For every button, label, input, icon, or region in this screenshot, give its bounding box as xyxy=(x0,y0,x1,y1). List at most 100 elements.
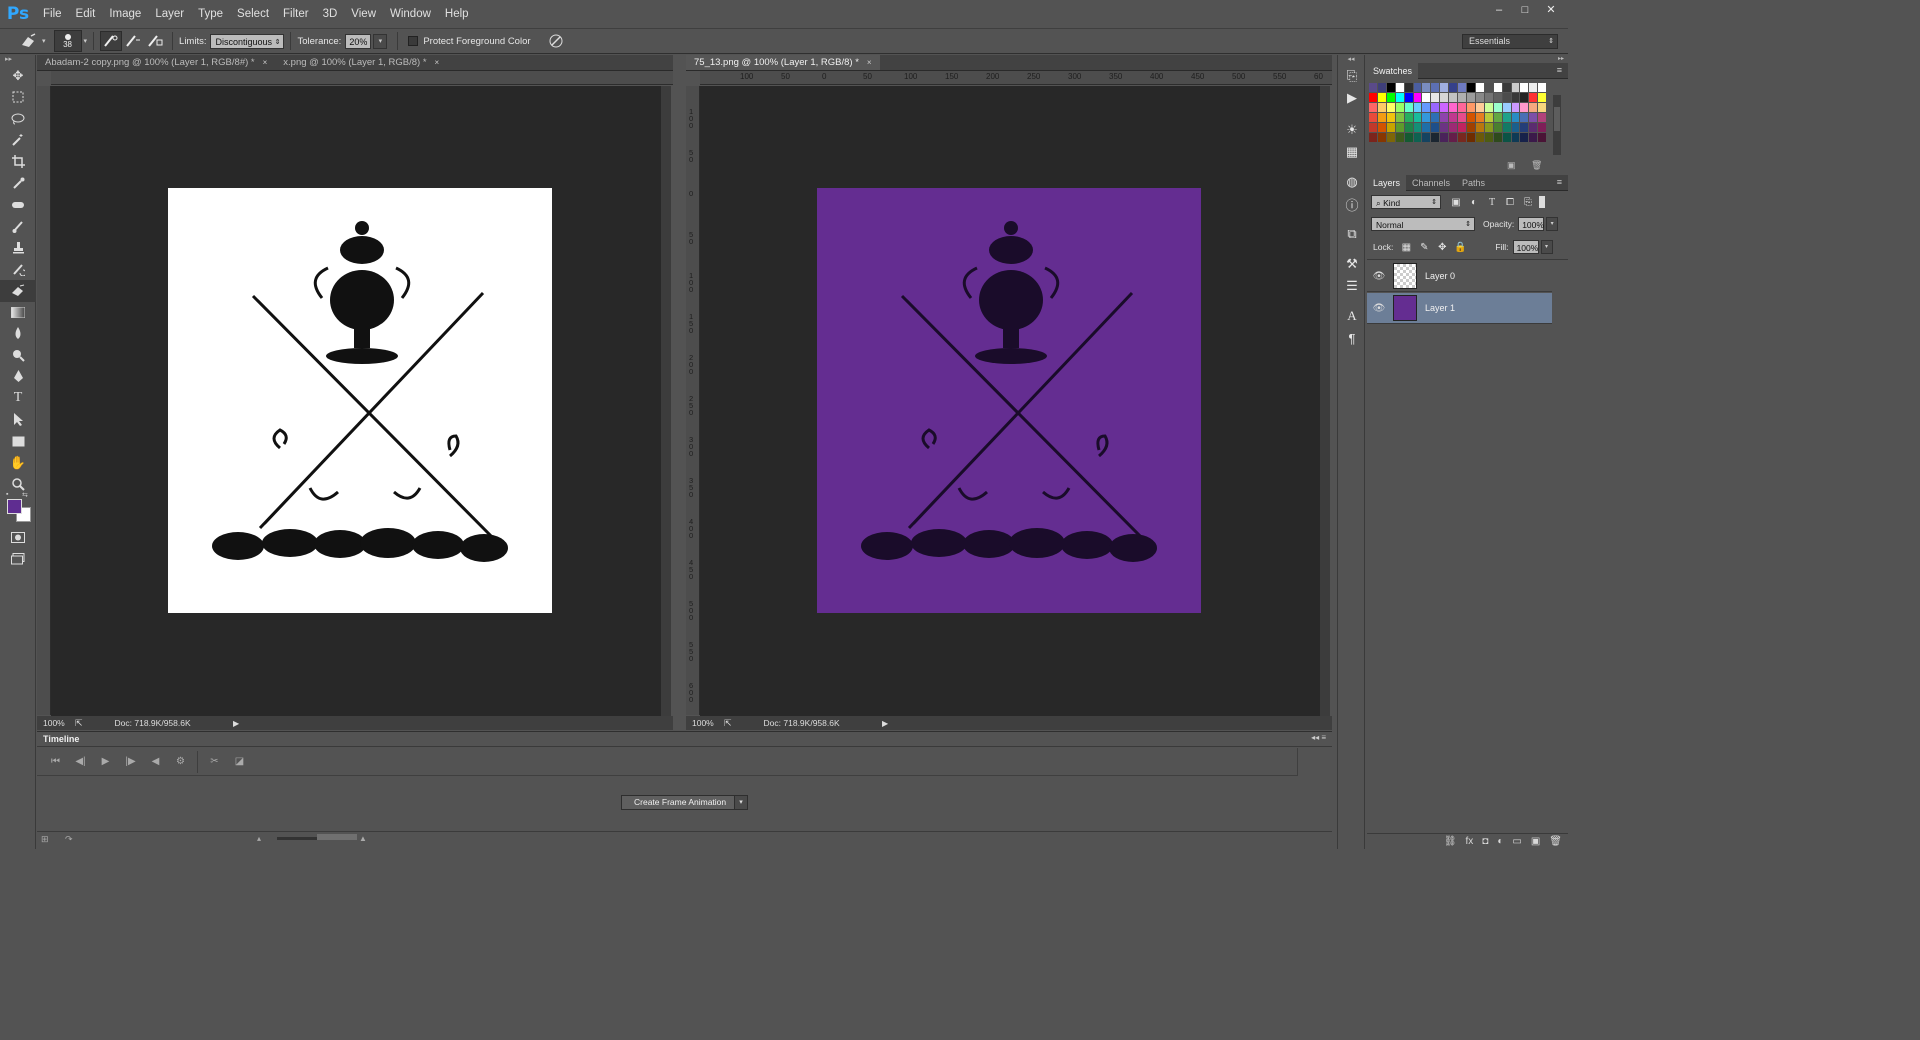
clone-stamp-tool-icon[interactable] xyxy=(0,237,36,259)
filter-smart-object-icon[interactable]: ⎘ xyxy=(1519,195,1537,209)
swatch[interactable] xyxy=(1440,93,1449,102)
swatch[interactable] xyxy=(1422,103,1431,112)
lock-position-icon[interactable]: ✥ xyxy=(1433,240,1451,254)
tab-swatches[interactable]: Swatches xyxy=(1367,62,1419,79)
preset-dropdown-arrow-icon[interactable]: ▾ xyxy=(42,37,46,45)
swatch[interactable] xyxy=(1404,103,1413,112)
opacity-slider-button[interactable]: ▾ xyxy=(1546,217,1559,231)
new-group-icon[interactable]: ▭ xyxy=(1512,836,1521,847)
tool-presets-panel-icon[interactable]: ⚒ xyxy=(1338,253,1366,275)
foreground-color-swatch[interactable] xyxy=(7,499,22,514)
spot-healing-tool-icon[interactable] xyxy=(0,194,36,216)
swatch[interactable] xyxy=(1484,103,1493,112)
type-tool-icon[interactable]: T xyxy=(0,388,36,410)
swatch[interactable] xyxy=(1386,93,1395,102)
timeline-zoom-knob[interactable] xyxy=(317,834,357,840)
swatch[interactable] xyxy=(1386,133,1395,142)
swatch[interactable] xyxy=(1440,83,1449,92)
status-menu-arrow-icon[interactable]: ▶ xyxy=(233,719,239,728)
transition-icon[interactable]: ◪ xyxy=(227,756,252,767)
dodge-tool-icon[interactable] xyxy=(0,345,36,367)
magic-wand-tool-icon[interactable] xyxy=(0,130,36,152)
swatch[interactable] xyxy=(1538,133,1547,142)
create-animation-dropdown-icon[interactable]: ▾ xyxy=(734,795,748,810)
swatch[interactable] xyxy=(1466,93,1475,102)
swatch[interactable] xyxy=(1377,83,1386,92)
play-icon[interactable]: ▶ xyxy=(93,756,118,767)
info-panel-icon[interactable]: ⓘ xyxy=(1338,193,1366,215)
tab-paths[interactable]: Paths xyxy=(1456,175,1491,191)
menu-type[interactable]: Type xyxy=(191,0,230,28)
swatch[interactable] xyxy=(1458,103,1466,112)
canvas-workspace-right[interactable] xyxy=(700,86,1320,716)
tab-timeline[interactable]: Timeline xyxy=(37,732,86,746)
swatch[interactable] xyxy=(1369,93,1377,102)
filter-pixel-icon[interactable]: ▣ xyxy=(1447,195,1465,209)
screen-mode-icon[interactable] xyxy=(0,549,36,571)
layer-row[interactable]: 👁 Layer 0 xyxy=(1367,261,1552,292)
swatch[interactable] xyxy=(1449,83,1458,92)
convert-frames-icon[interactable]: ⊞ xyxy=(41,834,49,845)
history-brush-tool-icon[interactable] xyxy=(0,259,36,281)
swatch[interactable] xyxy=(1404,83,1413,92)
swatch[interactable] xyxy=(1431,83,1440,92)
sampling-once-icon[interactable] xyxy=(122,31,144,51)
styles-panel-icon[interactable]: ◍ xyxy=(1338,171,1366,193)
swatch[interactable] xyxy=(1377,113,1386,122)
swatch[interactable] xyxy=(1475,113,1484,122)
swatch[interactable] xyxy=(1440,133,1449,142)
swatch[interactable] xyxy=(1520,103,1529,112)
marquee-tool-icon[interactable] xyxy=(0,87,36,109)
filter-adjustment-icon[interactable]: ◐ xyxy=(1465,195,1483,209)
brush-panel-icon[interactable]: ▦ xyxy=(1338,141,1366,163)
vertical-scrollbar-right[interactable] xyxy=(1320,86,1330,716)
swatch[interactable] xyxy=(1520,93,1529,102)
zoom-level[interactable]: 100% xyxy=(37,718,71,728)
crop-tool-icon[interactable] xyxy=(0,151,36,173)
swatch[interactable] xyxy=(1440,123,1449,132)
swatch[interactable] xyxy=(1395,103,1404,112)
swatch[interactable] xyxy=(1413,133,1422,142)
character-panel-icon[interactable]: A xyxy=(1338,305,1366,327)
swatch[interactable] xyxy=(1377,133,1386,142)
menu-help[interactable]: Help xyxy=(438,0,476,28)
render-video-icon[interactable]: ↷ xyxy=(65,834,73,845)
menu-image[interactable]: Image xyxy=(102,0,148,28)
filter-type-icon[interactable]: T xyxy=(1483,195,1501,209)
lasso-tool-icon[interactable] xyxy=(0,108,36,130)
swatch[interactable] xyxy=(1475,123,1484,132)
close-tab-icon[interactable]: × xyxy=(867,55,872,71)
swatch[interactable] xyxy=(1422,83,1431,92)
filter-toggle-icon[interactable] xyxy=(1539,196,1545,208)
swatch[interactable] xyxy=(1386,113,1395,122)
swatch[interactable] xyxy=(1422,123,1431,132)
swatch[interactable] xyxy=(1538,93,1547,102)
split-scissors-icon[interactable]: ✂ xyxy=(202,756,227,767)
tolerance-input[interactable]: 20% xyxy=(345,33,372,49)
brush-dropdown-arrow-icon[interactable]: ▾ xyxy=(84,37,88,45)
swatch[interactable] xyxy=(1404,123,1413,132)
swatch[interactable] xyxy=(1458,93,1466,102)
lock-all-icon[interactable]: 🔒 xyxy=(1451,240,1469,254)
swatch[interactable] xyxy=(1502,113,1511,122)
swatch[interactable] xyxy=(1511,123,1520,132)
swatch[interactable] xyxy=(1422,113,1431,122)
menu-window[interactable]: Window xyxy=(383,0,438,28)
close-button[interactable]: ✕ xyxy=(1540,2,1562,18)
swatch[interactable] xyxy=(1449,93,1458,102)
swatch[interactable] xyxy=(1538,113,1547,122)
swatch[interactable] xyxy=(1422,93,1431,102)
swatch[interactable] xyxy=(1431,133,1440,142)
collapse-panels-icon[interactable]: ◂◂ xyxy=(1338,55,1364,65)
protect-foreground-checkbox[interactable] xyxy=(408,36,419,46)
fill-input[interactable]: 100% xyxy=(1512,240,1539,254)
swatch[interactable] xyxy=(1484,113,1493,122)
swatch[interactable] xyxy=(1458,113,1466,122)
swatch[interactable] xyxy=(1377,123,1386,132)
zoom-out-timeline-icon[interactable]: ▴ xyxy=(257,834,261,843)
swatch[interactable] xyxy=(1511,113,1520,122)
swatch[interactable] xyxy=(1386,123,1395,132)
limits-select[interactable]: Discontiguous ⇕ xyxy=(210,33,285,49)
document-tab[interactable]: Abadam-2 copy.png @ 100% (Layer 1, RGB/8… xyxy=(37,55,275,70)
swatch[interactable] xyxy=(1369,133,1377,142)
